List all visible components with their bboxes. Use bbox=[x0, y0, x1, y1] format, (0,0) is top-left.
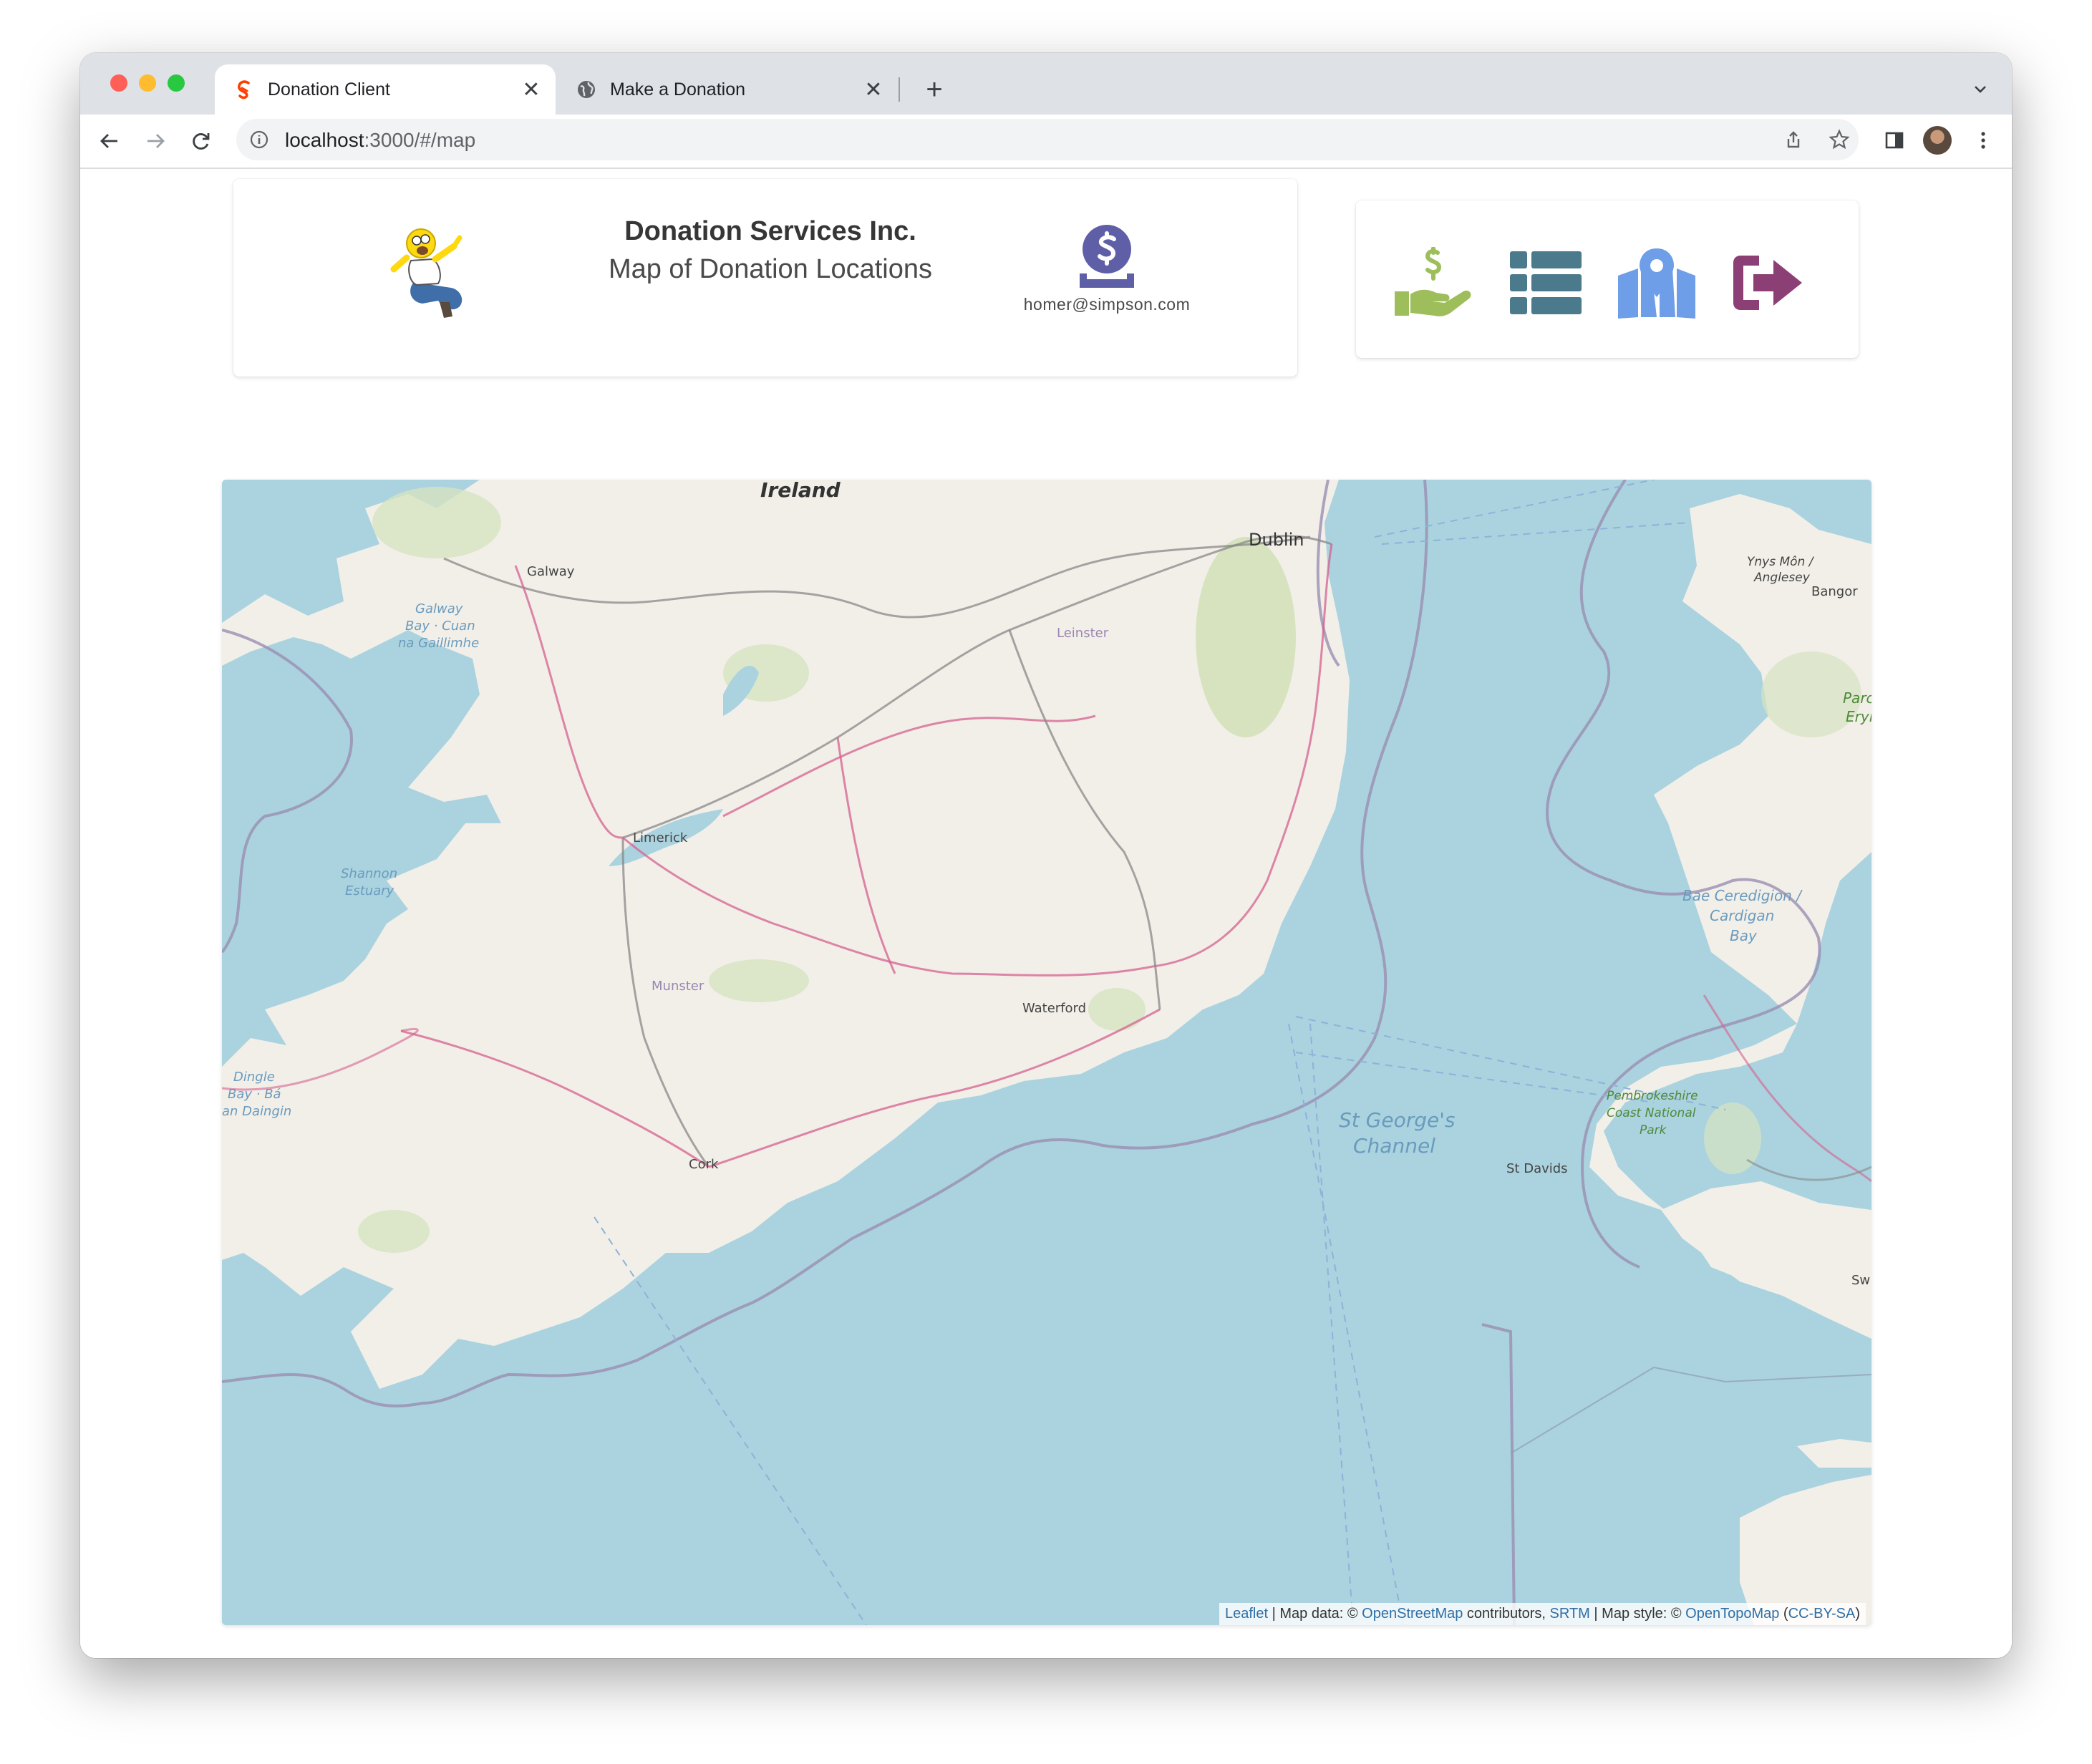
map-label-pembrokeshire: Park bbox=[1640, 1123, 1667, 1138]
map-nav-button[interactable] bbox=[1614, 243, 1700, 322]
url-host: localhost bbox=[285, 129, 364, 151]
map-label-dingle: Bay · Bá bbox=[228, 1087, 281, 1102]
openstreetmap-link[interactable]: OpenStreetMap bbox=[1362, 1606, 1463, 1622]
page-title: Donation Services Inc. bbox=[624, 216, 916, 246]
maximize-window-button[interactable] bbox=[168, 74, 185, 92]
tab-title: Donation Client bbox=[268, 79, 390, 100]
map-label-ireland: Ireland bbox=[760, 480, 841, 502]
donation-map[interactable]: Ireland Dublin Galway Galway Bay · Cuan … bbox=[222, 480, 1871, 1625]
map-label-waterford: Waterford bbox=[1022, 1001, 1086, 1016]
user-email: homer@simpson.com bbox=[1023, 295, 1191, 314]
map-label-sw: Sw bbox=[1851, 1273, 1870, 1288]
map-label-st-georges-channel: Channel bbox=[1353, 1134, 1435, 1158]
reload-icon[interactable] bbox=[183, 123, 219, 159]
page-subtitle: Map of Donation Locations bbox=[608, 254, 933, 284]
map-label-galway-bay: Bay · Cuan bbox=[405, 619, 475, 634]
attribution-text: ( bbox=[1779, 1606, 1788, 1622]
map-label-shannon: Shannon bbox=[341, 866, 397, 881]
map-label-cardigan-bay: Bay bbox=[1730, 927, 1758, 944]
side-panel-icon[interactable] bbox=[1879, 125, 1910, 156]
cc-by-sa-link[interactable]: CC-BY-SA bbox=[1788, 1606, 1856, 1622]
map-label-pembrokeshire: Pembrokeshire bbox=[1607, 1089, 1698, 1103]
browser-window: Donation Client ✕ Make a Donation ✕ + lo… bbox=[80, 53, 2012, 1658]
leaflet-link[interactable]: Leaflet bbox=[1225, 1606, 1268, 1622]
url-path: :3000/#/map bbox=[364, 129, 476, 151]
globe-icon bbox=[576, 79, 597, 100]
map-label-cardigan-bay: Bae Ceredigion / bbox=[1682, 887, 1803, 904]
brand-block: Donation Services Inc. Map of Donation L… bbox=[584, 216, 957, 287]
homer-logo-icon bbox=[385, 222, 478, 321]
header-card: Donation Services Inc. Map of Donation L… bbox=[233, 179, 1297, 377]
browser-toolbar: localhost:3000/#/map bbox=[80, 115, 2012, 169]
tab-separator bbox=[899, 77, 900, 102]
map-label-cardigan-bay: Cardigan bbox=[1710, 907, 1774, 924]
back-arrow-icon[interactable] bbox=[92, 123, 127, 159]
browser-menu-icon[interactable] bbox=[1967, 125, 1999, 156]
map-label-dublin: Dublin bbox=[1249, 530, 1304, 550]
tab-close-icon[interactable]: ✕ bbox=[858, 74, 889, 105]
close-window-button[interactable] bbox=[110, 74, 127, 92]
tab-title: Make a Donation bbox=[610, 79, 746, 100]
bookmark-star-icon[interactable] bbox=[1829, 129, 1850, 150]
tab-strip: Donation Client ✕ Make a Donation ✕ + bbox=[80, 53, 2012, 115]
share-icon[interactable] bbox=[1783, 129, 1804, 150]
report-nav-button[interactable] bbox=[1503, 243, 1589, 322]
map-label-galway-bay: Galway bbox=[415, 601, 463, 616]
map-label-galway-bay: na Gaillimhe bbox=[398, 636, 479, 651]
attribution-text: | Map style: © bbox=[1589, 1606, 1686, 1622]
map-label-cork: Cork bbox=[689, 1157, 719, 1172]
opentopomap-link[interactable]: OpenTopoMap bbox=[1685, 1606, 1779, 1622]
map-label-pembrokeshire: Coast National bbox=[1607, 1106, 1696, 1120]
url-text[interactable]: localhost:3000/#/map bbox=[285, 129, 475, 152]
tab-make-donation[interactable]: Make a Donation ✕ bbox=[557, 64, 898, 115]
map-label-anglesey: Ynys Môn / bbox=[1747, 555, 1815, 569]
map-label-parc-eryri: Parc bbox=[1843, 689, 1871, 707]
map-label-parc-eryri: Eryi bbox=[1846, 708, 1871, 725]
profile-avatar[interactable] bbox=[1922, 125, 1953, 156]
map-label-st-georges-channel: St George's bbox=[1339, 1108, 1456, 1132]
map-label-st-davids: St Davids bbox=[1506, 1161, 1568, 1176]
address-bar[interactable]: localhost:3000/#/map bbox=[236, 119, 1859, 160]
tab-close-icon[interactable]: ✕ bbox=[515, 74, 547, 105]
page-content: Donation Services Inc. Map of Donation L… bbox=[80, 169, 2012, 1658]
forward-arrow-icon[interactable] bbox=[137, 123, 173, 159]
tab-search-chevron-icon[interactable] bbox=[1966, 74, 1995, 103]
hand-holding-dollar-icon bbox=[1395, 247, 1471, 316]
attribution-text: ) bbox=[1855, 1606, 1860, 1622]
map-label-limerick: Limerick bbox=[633, 830, 688, 845]
map-label-bangor: Bangor bbox=[1811, 584, 1858, 599]
sign-out-icon bbox=[1733, 256, 1802, 310]
user-block: homer@simpson.com bbox=[999, 220, 1214, 314]
tab-donation-client[interactable]: Donation Client ✕ bbox=[215, 64, 556, 115]
map-attribution: Leaflet | Map data: © OpenStreetMap cont… bbox=[1219, 1603, 1866, 1625]
map-label-galway: Galway bbox=[527, 564, 575, 579]
attribution-text: contributors, bbox=[1463, 1606, 1550, 1622]
logout-nav-button[interactable] bbox=[1725, 243, 1811, 322]
donate-nav-button[interactable] bbox=[1390, 243, 1476, 322]
new-tab-button[interactable]: + bbox=[916, 72, 952, 107]
site-info-icon[interactable] bbox=[249, 130, 269, 150]
minimize-window-button[interactable] bbox=[139, 74, 156, 92]
map-label-leinster: Leinster bbox=[1057, 626, 1109, 641]
attribution-text: | Map data: © bbox=[1268, 1606, 1362, 1622]
table-list-icon bbox=[1510, 251, 1582, 314]
avatar bbox=[1923, 126, 1952, 155]
map-label-shannon: Estuary bbox=[345, 883, 394, 898]
nav-menu-card bbox=[1356, 200, 1859, 358]
map-label-dingle: Dingle bbox=[233, 1070, 275, 1085]
money-bag-icon bbox=[1071, 220, 1143, 292]
map-label-munster: Munster bbox=[652, 979, 704, 994]
srtm-link[interactable]: SRTM bbox=[1550, 1606, 1590, 1622]
map-tiles: Ireland Dublin Galway Galway Bay · Cuan … bbox=[222, 480, 1871, 1625]
map-location-icon bbox=[1618, 248, 1695, 319]
map-label-dingle: an Daingin bbox=[222, 1104, 291, 1119]
svelte-icon bbox=[233, 79, 255, 100]
map-label-anglesey: Anglesey bbox=[1753, 571, 1811, 585]
